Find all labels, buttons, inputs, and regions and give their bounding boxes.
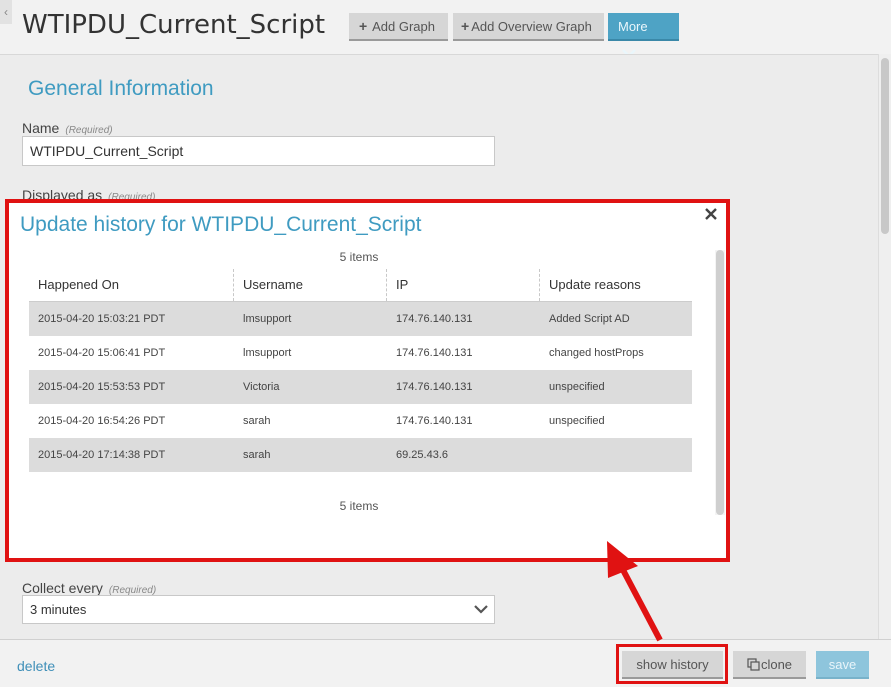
collect-every-select[interactable]: 3 minutes: [22, 595, 495, 624]
cell-ip: 174.76.140.131: [396, 313, 473, 325]
save-button[interactable]: save: [816, 651, 869, 679]
section-title: General Information: [28, 77, 214, 100]
clone-button[interactable]: clone: [733, 651, 806, 679]
close-icon[interactable]: [703, 206, 719, 222]
dialog-scrollbar[interactable]: [715, 250, 725, 515]
cell-happened-on: 2015-04-20 15:53:53 PDT: [38, 381, 166, 393]
add-overview-label: Add Overview Graph: [471, 19, 592, 34]
cell-happened-on: 2015-04-20 16:54:26 PDT: [38, 415, 166, 427]
column-header-happened-on[interactable]: Happened On: [38, 277, 119, 292]
history-table: Happened On Username IP Update reasons 2…: [29, 267, 692, 472]
name-label-text: Name: [22, 120, 60, 136]
table-row: 2015-04-20 17:14:38 PDT sarah 69.25.43.6: [29, 438, 692, 472]
page-scrollbar[interactable]: [878, 54, 891, 639]
item-count-top: 5 items: [339, 250, 379, 264]
update-history-dialog: Update history for WTIPDU_Current_Script…: [9, 203, 726, 558]
name-input[interactable]: WTIPDU_Current_Script: [22, 136, 495, 166]
cell-ip: 174.76.140.131: [396, 347, 473, 359]
clone-label: clone: [760, 657, 793, 672]
chevron-down-icon: [474, 605, 488, 614]
cell-username: lmsupport: [243, 347, 292, 359]
cell-happened-on: 2015-04-20 15:03:21 PDT: [38, 313, 166, 325]
item-count-bottom: 5 items: [339, 499, 379, 513]
cell-update-reason: changed hostProps: [549, 347, 644, 359]
required-hint: (Required): [65, 125, 113, 136]
delete-link[interactable]: delete: [17, 658, 55, 674]
cell-username: Victoria: [243, 381, 280, 393]
column-divider: [233, 269, 234, 301]
cell-username: lmsupport: [243, 313, 292, 325]
collect-every-label: Collect every (Required): [22, 580, 156, 596]
cell-happened-on: 2015-04-20 15:06:41 PDT: [38, 347, 166, 359]
add-graph-label: Add Graph: [372, 19, 435, 34]
page-header: ‹ WTIPDU_Current_Script + Add Graph + Add…: [0, 0, 891, 58]
cell-ip: 174.76.140.131: [396, 381, 473, 393]
scrollbar-thumb[interactable]: [881, 58, 889, 234]
column-header-username[interactable]: Username: [243, 277, 303, 292]
cell-username: sarah: [243, 449, 271, 461]
name-label: Name (Required): [22, 120, 113, 136]
table-row: 2015-04-20 16:54:26 PDT sarah 174.76.140…: [29, 404, 692, 438]
cell-ip: 69.25.43.6: [396, 449, 448, 461]
cell-update-reason: unspecified: [549, 415, 605, 427]
cell-ip: 174.76.140.131: [396, 415, 473, 427]
cell-username: sarah: [243, 415, 271, 427]
footer-bar: delete show history clone save: [0, 639, 891, 687]
column-divider: [386, 269, 387, 301]
collapse-panel-icon[interactable]: ‹: [0, 0, 12, 24]
add-graph-button[interactable]: + Add Graph: [349, 13, 448, 41]
cell-update-reason: unspecified: [549, 381, 605, 393]
table-row: 2015-04-20 15:03:21 PDT lmsupport 174.76…: [29, 302, 692, 336]
collect-every-value: 3 minutes: [30, 602, 87, 617]
more-button[interactable]: More: [608, 13, 679, 58]
table-row: 2015-04-20 15:06:41 PDT lmsupport 174.76…: [29, 336, 692, 370]
column-header-update-reasons[interactable]: Update reasons: [549, 277, 641, 292]
column-header-ip[interactable]: IP: [396, 277, 408, 292]
cell-update-reason: Added Script AD: [549, 313, 630, 325]
table-row: 2015-04-20 15:53:53 PDT Victoria 174.76.…: [29, 370, 692, 404]
history-highlight-box: [616, 644, 728, 684]
dialog-title: Update history for WTIPDU_Current_Script: [20, 213, 422, 236]
scrollbar-thumb[interactable]: [716, 250, 724, 515]
plus-icon: +: [359, 18, 368, 34]
column-divider: [539, 269, 540, 301]
table-header: Happened On Username IP Update reasons: [29, 267, 692, 302]
clone-icon: [747, 658, 760, 671]
page-title: WTIPDU_Current_Script: [22, 10, 326, 40]
add-overview-graph-button[interactable]: + Add Overview Graph: [453, 13, 604, 41]
cell-happened-on: 2015-04-20 17:14:38 PDT: [38, 449, 166, 461]
plus-icon: +: [461, 18, 470, 34]
collect-every-label-text: Collect every: [22, 580, 103, 596]
more-label: More: [618, 19, 648, 34]
